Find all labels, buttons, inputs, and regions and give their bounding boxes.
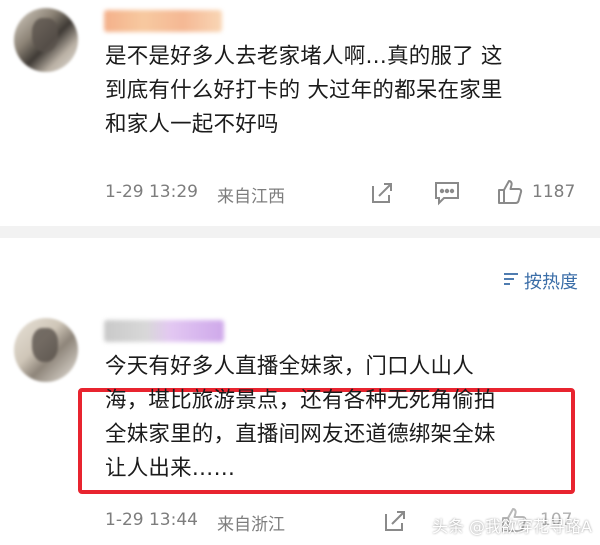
comment-line: 让人出来…… — [105, 456, 236, 481]
comment-text: 今天有好多人直播全妹家，门口人山人 海，堪比旅游景点，还有各种无死角偷拍 全妹家… — [105, 350, 575, 486]
username-blurred[interactable] — [104, 10, 222, 32]
like-count: 1187 — [532, 182, 576, 202]
comment-time: 1-29 13:29 — [105, 182, 198, 202]
username-blurred[interactable] — [104, 320, 224, 342]
comment-icon[interactable] — [433, 180, 461, 210]
watermark-text: 头条 @我欲穿花寻路A — [431, 517, 592, 536]
comment-location: 来自浙江 — [217, 515, 285, 535]
avatar[interactable] — [14, 8, 78, 72]
comment-line: 是不是好多人去老家堵人啊…真的服了 这 — [105, 44, 503, 69]
comment-line: 和家人一起不好吗 — [105, 112, 279, 137]
comment-line: 到底有什么好打卡的 大过年的都呆在家里 — [105, 78, 503, 103]
watermark: 头条 @我欲穿花寻路A — [432, 513, 592, 537]
comment-location: 来自江西 — [217, 187, 285, 207]
comment-line: 海，堪比旅游景点，还有各种无死角偷拍 — [105, 388, 496, 413]
sort-label: 按热度 — [524, 272, 578, 293]
sort-by-popularity[interactable]: 按热度 — [502, 268, 578, 294]
comment-time: 1-29 13:44 — [105, 510, 198, 530]
comment-text: 是不是好多人去老家堵人啊…真的服了 这 到底有什么好打卡的 大过年的都呆在家里 … — [105, 40, 575, 142]
comment-line: 今天有好多人直播全妹家，门口人山人 — [105, 354, 474, 379]
share-icon[interactable] — [369, 180, 395, 210]
comment-line: 全妹家里的，直播间网友还道德绑架全妹 — [105, 422, 496, 447]
like-icon[interactable] — [496, 178, 524, 210]
section-divider — [0, 226, 600, 238]
sort-icon — [502, 271, 520, 292]
avatar[interactable] — [14, 318, 78, 382]
share-icon[interactable] — [382, 508, 408, 538]
